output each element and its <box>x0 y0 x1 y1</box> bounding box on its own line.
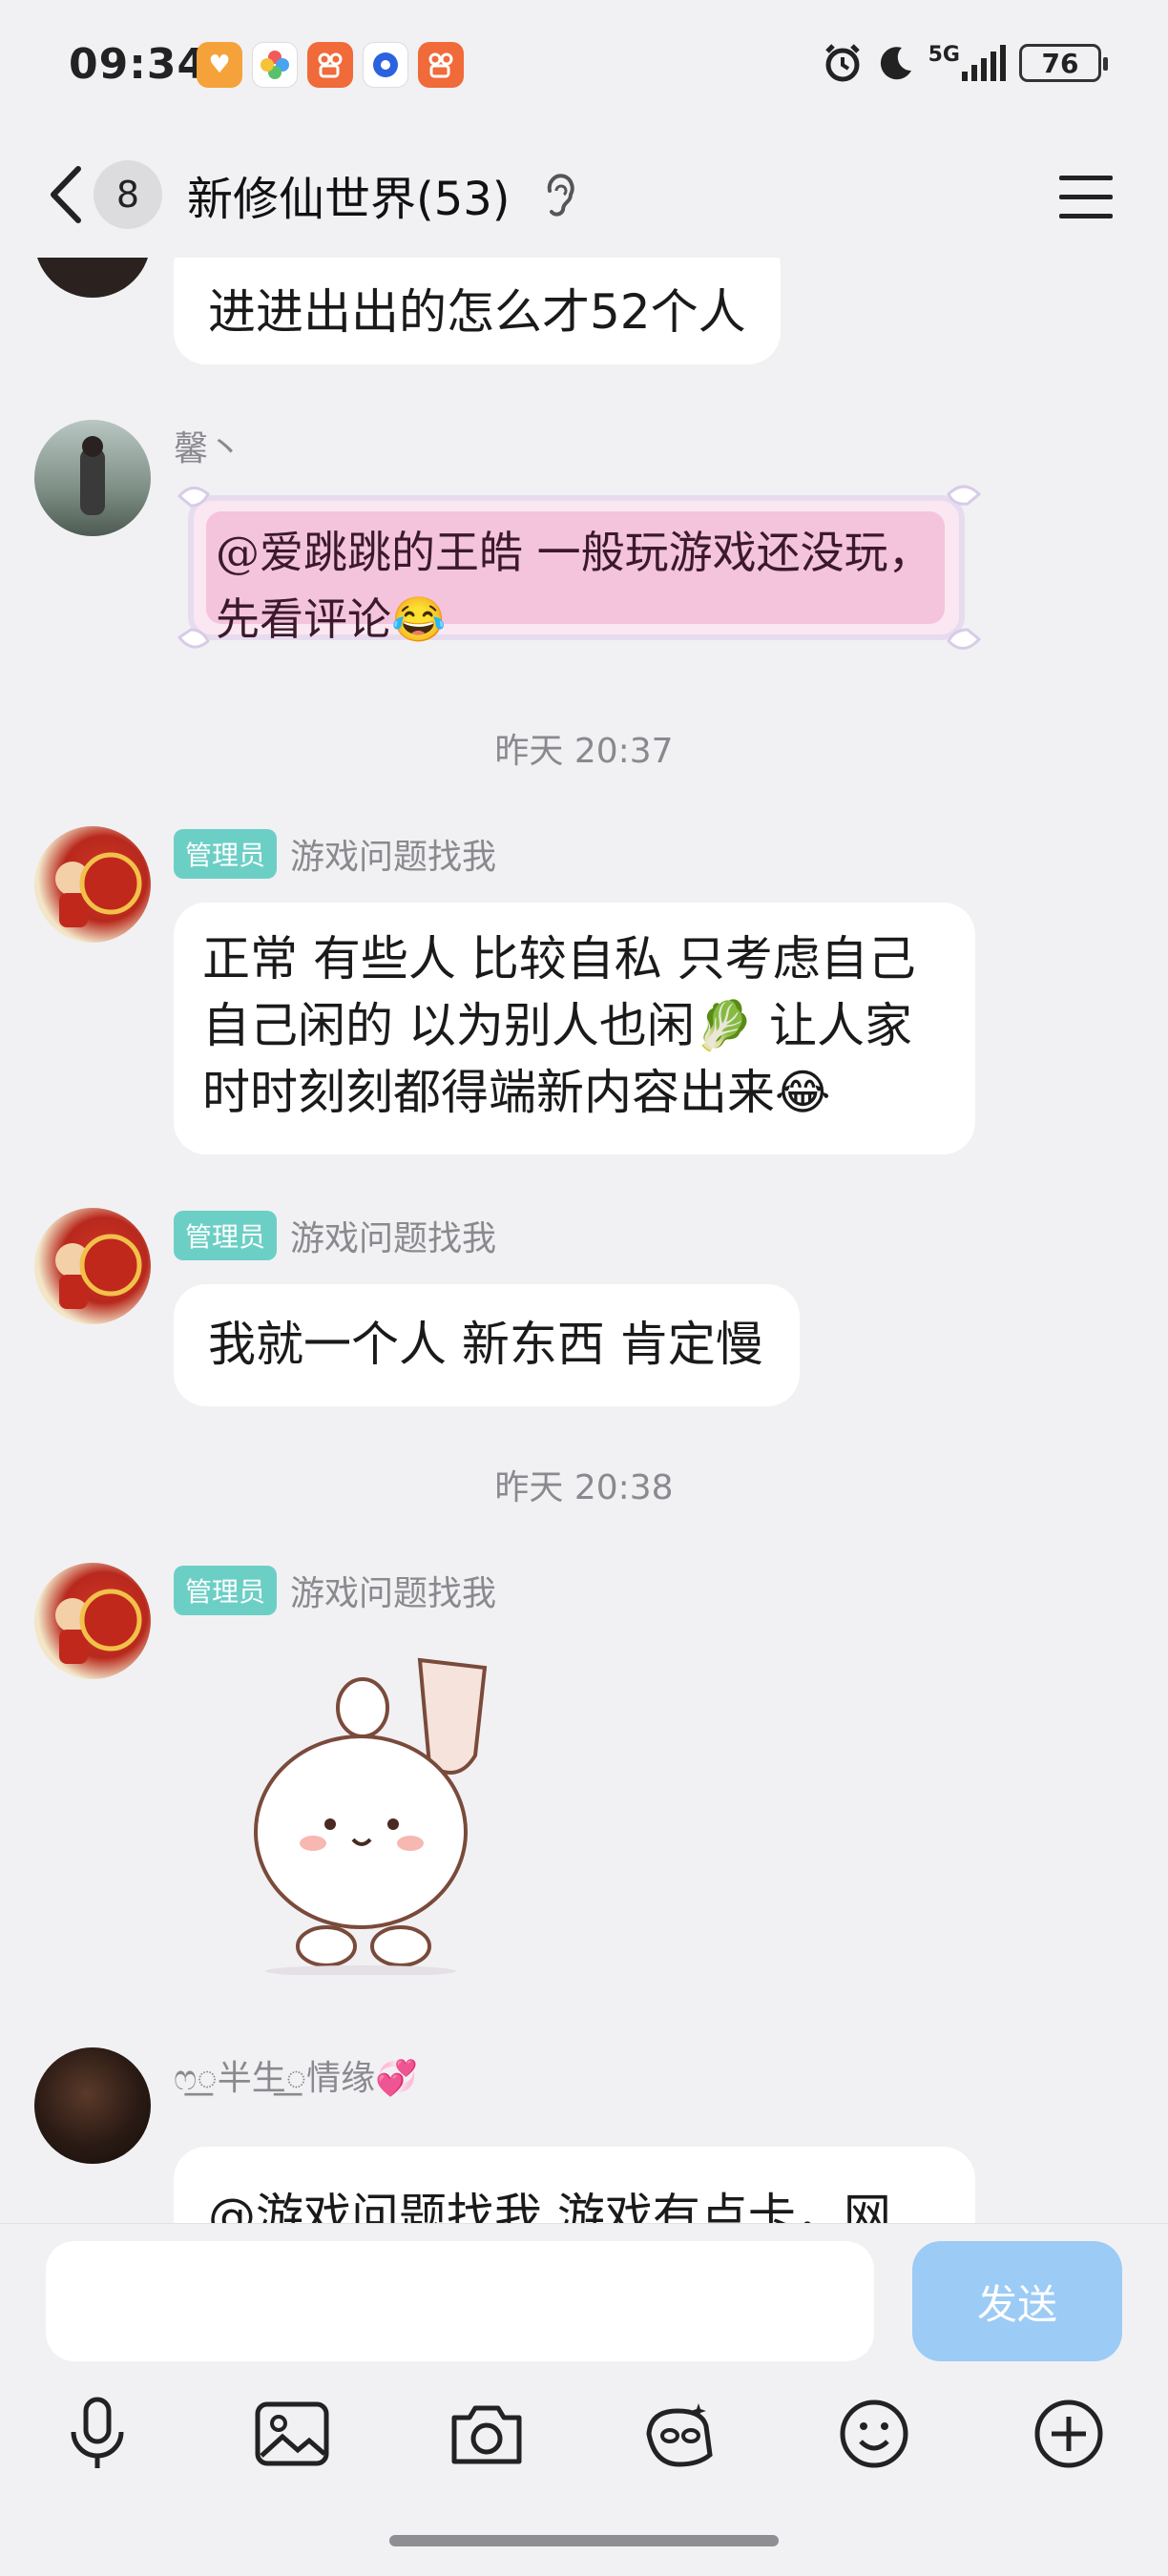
ear-icon[interactable] <box>540 172 578 219</box>
sender-name[interactable]: 游戏问题找我 <box>290 1211 496 1260</box>
image-icon <box>255 2401 329 2466</box>
message-line: 时时刻刻都得端新内容出来😂 <box>202 1065 831 1120</box>
message-line: 正常 有些人 比较自私 只考虑自己 <box>202 931 916 987</box>
avatar[interactable] <box>34 2047 151 2164</box>
sender-name-row: 管理员 游戏问题找我 <box>174 1566 496 1615</box>
chat-header: 8 新修仙世界(53) <box>0 134 1168 258</box>
time-divider: 昨天 20:37 <box>494 732 674 771</box>
sender-name-row: ෆ꯭半生꯭情缘💞 <box>174 2051 418 2099</box>
red-packet-button[interactable] <box>632 2386 727 2482</box>
avatar[interactable] <box>34 1208 151 1324</box>
sender-name[interactable]: 游戏问题找我 <box>290 829 496 879</box>
moon-icon <box>880 47 911 80</box>
signal-icon: 5G <box>928 45 1006 81</box>
plus-icon <box>1034 2399 1103 2468</box>
message-bubble[interactable]: 正常 有些人 比较自私 只考虑自己 自己闲的 以为别人也闲🥬 让人家 时时刻刻都… <box>174 903 975 1154</box>
kuaishou-app-icon <box>418 42 464 88</box>
status-time: 09:34 <box>69 40 208 89</box>
sender-name-row: 管理员 游戏问题找我 <box>174 829 496 879</box>
message-input[interactable] <box>46 2241 874 2361</box>
battery-level: 76 <box>1041 47 1079 79</box>
home-indicator[interactable] <box>389 2535 779 2546</box>
message-text: 进进出出的怎么才52个人 <box>208 284 746 340</box>
back-button[interactable] <box>36 160 94 229</box>
message-bubble[interactable]: 我就一个人 新东西 肯定慢 <box>174 1284 800 1406</box>
group-title[interactable]: 新修仙世界(53) <box>187 160 511 229</box>
emoji-icon <box>840 2399 908 2468</box>
sender-name-row: 管理员 游戏问题找我 <box>174 1211 496 1260</box>
battery-indicator: 76 <box>1019 44 1108 82</box>
unread-count-badge[interactable]: 8 <box>94 160 162 229</box>
message-text: 我就一个人 新东西 肯定慢 <box>208 1317 763 1372</box>
avatar[interactable] <box>34 1563 151 1679</box>
message-bubble[interactable]: 进进出出的怎么才52个人 <box>174 258 781 364</box>
send-button[interactable]: 发送 <box>912 2241 1122 2361</box>
message-line: 自己闲的 以为别人也闲🥬 让人家 <box>202 998 913 1053</box>
kuaishou-app-icon <box>307 42 353 88</box>
pinwheel-app-icon <box>252 42 298 88</box>
avatar[interactable] <box>34 826 151 943</box>
sender-name[interactable]: 馨丶 <box>174 421 242 470</box>
mic-icon <box>71 2397 124 2468</box>
more-button[interactable] <box>1021 2386 1116 2482</box>
red-packet-icon <box>646 2403 713 2467</box>
sender-name-row: 馨丶 <box>174 422 242 469</box>
voice-button[interactable] <box>50 2386 145 2482</box>
network-type: 5G <box>928 43 960 67</box>
photo-button[interactable] <box>244 2386 340 2482</box>
chevron-left-icon <box>51 166 81 223</box>
admin-badge: 管理员 <box>174 1211 278 1260</box>
system-status: 5G 76 <box>822 42 1108 84</box>
admin-badge: 管理员 <box>174 829 278 879</box>
input-bar: 发送 <box>0 2223 1168 2576</box>
avatar[interactable] <box>34 258 151 298</box>
status-bar: 09:34 ♥ 5G 76 <box>0 0 1168 134</box>
sender-name[interactable]: ෆ꯭半生꯭情缘💞 <box>174 2050 418 2101</box>
blue-chat-app-icon <box>363 42 408 88</box>
message-text: @游戏问题找我 游戏有点卡，网 <box>208 2189 891 2223</box>
heart-app-icon: ♥ <box>197 42 242 88</box>
alarm-icon <box>824 44 860 82</box>
avatar[interactable] <box>34 420 151 536</box>
sender-name[interactable]: 游戏问题找我 <box>290 1566 496 1615</box>
emoji-button[interactable] <box>826 2386 922 2482</box>
message-list[interactable]: 进进出出的怎么才52个人 馨丶 @爱跳跳的王皓 一般玩游戏还没玩，先看评论😂 昨… <box>0 258 1168 2223</box>
menu-icon[interactable] <box>1053 168 1118 225</box>
camera-icon <box>451 2405 522 2464</box>
camera-button[interactable] <box>439 2386 534 2482</box>
time-divider: 昨天 20:38 <box>494 1468 674 1507</box>
decorated-message-bubble[interactable]: @爱跳跳的王皓 一般玩游戏还没玩，先看评论😂 <box>174 477 985 658</box>
notification-icons: ♥ <box>197 42 464 88</box>
message-bubble[interactable]: @游戏问题找我 游戏有点卡，网 <box>174 2147 975 2223</box>
message-text: @爱跳跳的王皓 一般玩游戏还没玩，先看评论😂 <box>216 527 932 645</box>
bunny-sticker[interactable] <box>239 1651 515 1975</box>
admin-badge: 管理员 <box>174 1566 278 1615</box>
